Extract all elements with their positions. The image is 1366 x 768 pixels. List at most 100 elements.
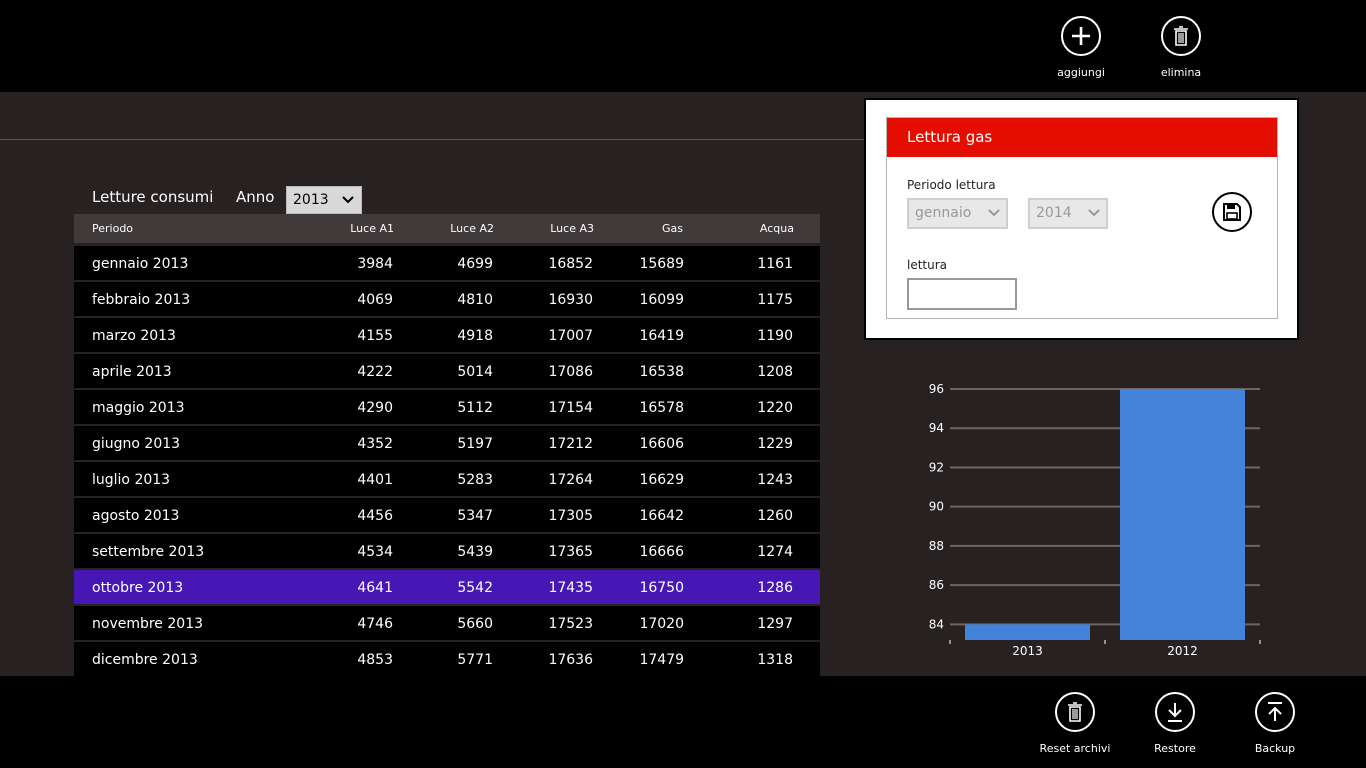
table-row[interactable]: aprile 2013 4222 5014 17086 16538 1208 [74,354,820,388]
cell-periodo: novembre 2013 [92,616,204,632]
cell-periodo: agosto 2013 [92,508,180,524]
cell-luce-a3: 17154 [548,400,593,416]
column-header-luce-a1: Luce A1 [350,222,394,235]
add-button-label: aggiungi [1057,66,1105,79]
table-row[interactable]: dicembre 2013 4853 5771 17636 17479 1318 [74,642,820,676]
month-select[interactable]: gennaio [907,198,1008,229]
table-row[interactable]: agosto 2013 4456 5347 17305 16642 1260 [74,498,820,532]
x-tick-label: 2012 [1167,644,1198,658]
delete-button[interactable]: elimina [1131,16,1231,79]
cell-periodo: ottobre 2013 [92,580,184,596]
cell-luce-a2: 5014 [457,364,493,380]
cell-acqua: 1190 [757,328,793,344]
cell-luce-a3: 17523 [548,616,593,632]
reset-archives-button[interactable]: Reset archivi [1025,692,1125,755]
cell-gas: 15689 [639,256,684,272]
table-row[interactable]: novembre 2013 4746 5660 17523 17020 1297 [74,606,820,640]
reading-panel-body: Lettura gas Periodo lettura gennaio 2014… [886,117,1278,319]
chevron-down-icon [1087,206,1101,224]
y-tick-label: 88 [929,539,944,553]
delete-button-label: elimina [1160,66,1202,79]
cell-gas: 16606 [639,436,684,452]
cell-gas: 17479 [639,652,684,668]
table-row[interactable]: febbraio 2013 4069 4810 16930 16099 1175 [74,282,820,316]
cell-periodo: gennaio 2013 [92,256,189,272]
cell-gas: 16642 [639,508,684,524]
cell-luce-a2: 5112 [457,400,493,416]
table-row[interactable]: luglio 2013 4401 5283 17264 16629 1243 [74,462,820,496]
bottom-app-bar: Reset archivi Restore Backup [0,676,1366,768]
cell-gas: 16578 [639,400,684,416]
cell-luce-a2: 5197 [457,436,493,452]
table-row[interactable]: gennaio 2013 3984 4699 16852 15689 1161 [74,246,820,280]
add-button[interactable]: aggiungi [1031,16,1131,79]
bar [1120,389,1245,640]
period-year-select[interactable]: 2014 [1028,198,1108,229]
cell-gas: 16419 [639,328,684,344]
table-row[interactable]: maggio 2013 4290 5112 17154 16578 1220 [74,390,820,424]
cell-periodo: luglio 2013 [92,472,171,488]
reset-archives-label: Reset archivi [1039,742,1111,755]
cell-acqua: 1286 [757,580,793,596]
trash-icon [1055,692,1095,732]
period-year-select-value: 2014 [1036,205,1072,221]
cell-luce-a1: 4155 [357,328,393,344]
backup-button[interactable]: Backup [1225,692,1325,755]
cell-luce-a1: 4222 [357,364,393,380]
cell-periodo: settembre 2013 [92,544,205,560]
cell-acqua: 1208 [757,364,793,380]
y-tick-label: 90 [929,500,944,514]
column-header-acqua: Acqua [759,222,794,235]
cell-luce-a2: 5771 [457,652,493,668]
cell-luce-a3: 17636 [548,652,593,668]
cell-acqua: 1260 [757,508,793,524]
restore-label: Restore [1154,742,1196,755]
panel-title: Lettura gas [887,118,1277,157]
save-button[interactable] [1212,192,1252,232]
table-row[interactable]: giugno 2013 4352 5197 17212 16606 1229 [74,426,820,460]
table-header: Periodo Luce A1 Luce A2 Luce A3 Gas Acqu… [74,214,820,243]
cell-luce-a1: 4853 [357,652,393,668]
cell-periodo: marzo 2013 [92,328,176,344]
y-tick-label: 94 [929,421,944,435]
cell-luce-a1: 4746 [357,616,393,632]
reading-label: lettura [907,258,948,272]
cell-luce-a3: 16930 [548,292,593,308]
cell-luce-a1: 4069 [357,292,393,308]
y-tick-label: 96 [929,382,944,396]
year-label: Anno [236,188,275,206]
column-header-luce-a3: Luce A3 [550,222,594,235]
cell-luce-a3: 17212 [548,436,593,452]
cell-luce-a3: 17435 [548,580,593,596]
backup-label: Backup [1254,742,1296,755]
cell-luce-a3: 17365 [548,544,593,560]
table-row[interactable]: marzo 2013 4155 4918 17007 16419 1190 [74,318,820,352]
x-tick-label: 2013 [1012,644,1043,658]
cell-luce-a1: 4534 [357,544,393,560]
cell-luce-a3: 17086 [548,364,593,380]
reading-input[interactable] [907,278,1017,310]
year-select[interactable]: 2013 [286,186,362,214]
cell-periodo: febbraio 2013 [92,292,191,308]
cell-luce-a1: 3984 [357,256,393,272]
cell-luce-a2: 4810 [457,292,493,308]
cell-luce-a3: 17305 [548,508,593,524]
restore-button[interactable]: Restore [1125,692,1225,755]
cell-luce-a2: 5542 [457,580,493,596]
cell-acqua: 1161 [757,256,793,272]
cell-gas: 16666 [639,544,684,560]
cell-gas: 16629 [639,472,684,488]
cell-luce-a1: 4456 [357,508,393,524]
cell-periodo: aprile 2013 [92,364,172,380]
save-icon [1223,203,1241,221]
table-row[interactable]: settembre 2013 4534 5439 17365 16666 1274 [74,534,820,568]
cell-gas: 16750 [639,580,684,596]
chevron-down-icon [987,206,1001,224]
cell-periodo: maggio 2013 [92,400,185,416]
cell-acqua: 1274 [757,544,793,560]
cell-luce-a2: 4699 [457,256,493,272]
gas-comparison-chart: 84 86 88 90 92 94 96 2013 2012 [929,382,1261,658]
cell-acqua: 1243 [757,472,793,488]
cell-gas: 16538 [639,364,684,380]
table-row[interactable]: ottobre 2013 4641 5542 17435 16750 1286 [74,570,820,604]
